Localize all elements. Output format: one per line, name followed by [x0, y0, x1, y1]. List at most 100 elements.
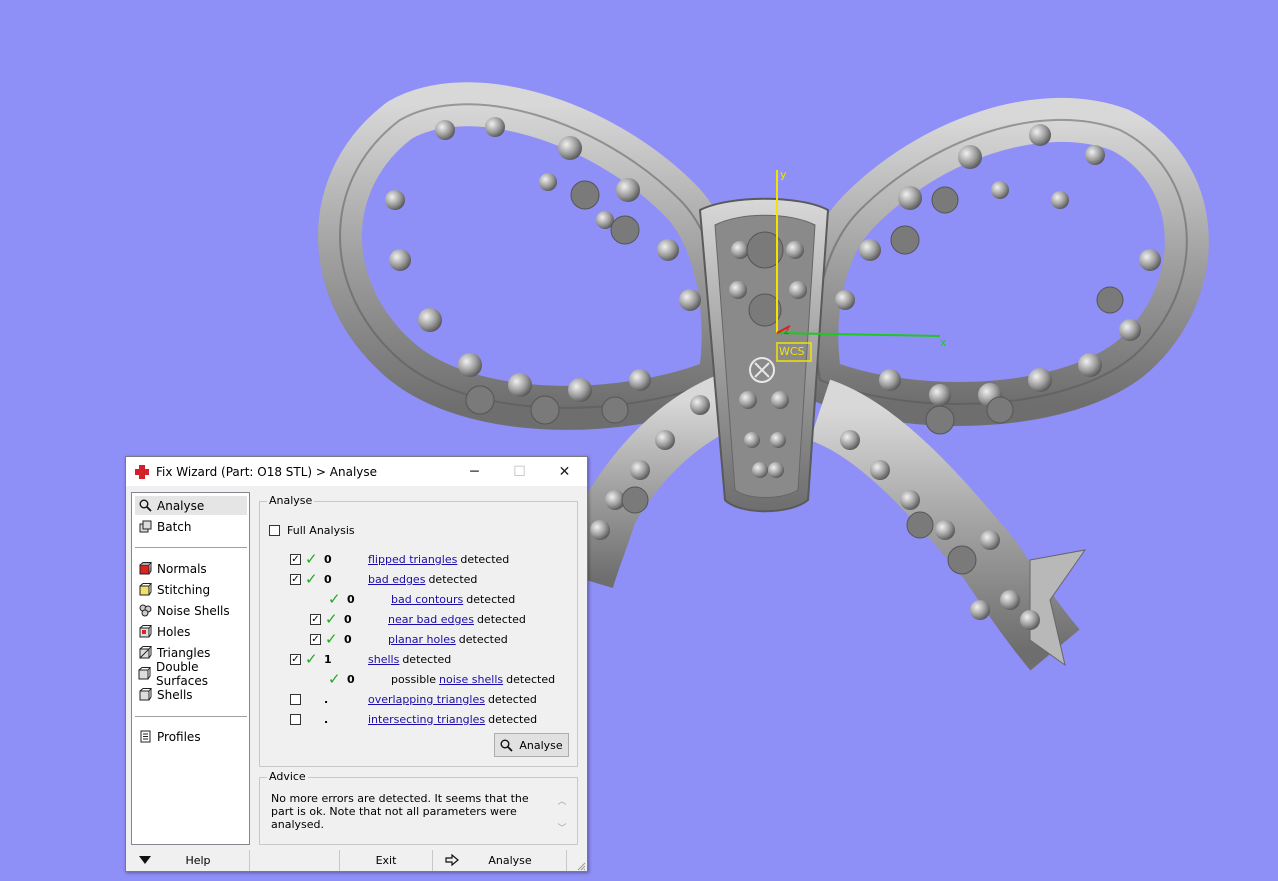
result-link[interactable]: bad edges	[368, 573, 425, 586]
result-prefix: possible	[391, 672, 437, 686]
full-analysis-option[interactable]: Full Analysis	[269, 521, 355, 539]
result-row: ✓ ✓ 0 bad edges detected	[290, 570, 477, 588]
sidebar-item-label: Stitching	[157, 582, 211, 597]
triangles-icon	[138, 646, 152, 660]
result-row: . intersecting triangles detected	[290, 710, 537, 728]
sidebar-item-label: Profiles	[157, 729, 201, 744]
minimize-button[interactable]: ─	[452, 457, 497, 486]
result-link[interactable]: intersecting triangles	[368, 713, 485, 726]
result-link[interactable]: overlapping triangles	[368, 693, 485, 706]
scroll-down-icon[interactable]: ﹀	[557, 821, 567, 834]
result-count: 0	[344, 612, 352, 626]
magnifier-icon	[500, 739, 513, 752]
sidebar-item-shells[interactable]: Shells	[135, 685, 247, 704]
sidebar-item-holes[interactable]: Holes	[135, 622, 247, 641]
scroll-up-icon[interactable]: ︿	[557, 794, 567, 807]
sidebar-item-analyse[interactable]: Analyse	[135, 496, 247, 515]
bottom-bar: Help Exit Analyse	[126, 850, 587, 872]
result-link[interactable]: planar holes	[388, 633, 456, 646]
row-checkbox[interactable]	[290, 713, 301, 725]
sidebar-item-label: Triangles	[157, 645, 211, 660]
sidebar-item-label: Double Surfaces	[156, 659, 208, 688]
sidebar-item-stitching[interactable]: Stitching	[135, 580, 247, 599]
wcs-label: WCS	[779, 345, 805, 358]
analyse-next-button[interactable]: Analyse	[434, 850, 567, 871]
sidebar-item-label: Analyse	[157, 498, 205, 513]
sidebar-separator	[135, 547, 247, 548]
profiles-icon	[138, 730, 152, 744]
result-link[interactable]: flipped triangles	[368, 553, 457, 566]
full-analysis-label: Full Analysis	[287, 523, 355, 537]
result-row: . overlapping triangles detected	[290, 690, 537, 708]
title-bar[interactable]: Fix Wizard (Part: O18 STL) > Analyse ─ ☐…	[126, 457, 587, 486]
row-checkbox[interactable]	[290, 693, 301, 705]
result-count: 0	[347, 592, 355, 606]
sidebar-item-label: Batch	[157, 519, 192, 534]
sidebar-item-label: Noise Shells	[157, 603, 230, 618]
result-row: ✓ ✓ 1 shells detected	[290, 650, 451, 668]
cube-icon	[138, 667, 151, 681]
red-cross-icon	[134, 464, 150, 480]
resize-grip-icon[interactable]	[576, 861, 586, 871]
row-checkbox[interactable]: ✓	[290, 553, 301, 565]
full-analysis-checkbox[interactable]	[269, 524, 280, 536]
result-row: ✓ ✓ 0 near bad edges detected	[310, 610, 526, 628]
window-title: Fix Wizard (Part: O18 STL) > Analyse	[156, 464, 378, 479]
result-count: 1	[324, 652, 332, 666]
magnifier-icon	[138, 499, 152, 513]
green-check-icon: ✓	[325, 630, 338, 648]
x-axis-label: x	[940, 336, 947, 349]
row-checkbox[interactable]: ✓	[310, 633, 321, 645]
result-link[interactable]: near bad edges	[388, 613, 474, 626]
advice-group-label: Advice	[267, 770, 308, 783]
result-count: 0	[324, 572, 332, 586]
row-checkbox[interactable]: ✓	[310, 613, 321, 625]
sidebar-item-label: Shells	[157, 687, 193, 702]
analyse-group: Analyse Full Analysis ✓ ✓ 0 flipped tria…	[259, 494, 578, 767]
advice-group: Advice No more errors are detected. It s…	[259, 770, 578, 845]
sidebar-item-normals[interactable]: Normals	[135, 559, 247, 578]
result-row: ✓ 0 bad contours detected	[328, 590, 515, 608]
arrow-right-icon	[445, 853, 459, 869]
row-checkbox[interactable]: ✓	[290, 573, 301, 585]
sidebar: Analyse Batch Normals Stitching Noise Sh…	[131, 492, 250, 845]
result-suffix: detected	[488, 712, 538, 726]
red-cube-icon	[138, 562, 152, 576]
result-suffix: detected	[428, 572, 478, 586]
sidebar-item-batch[interactable]: Batch	[135, 517, 247, 536]
result-row: ✓ ✓ 0 flipped triangles detected	[290, 550, 509, 568]
result-link[interactable]: noise shells	[439, 673, 503, 686]
sidebar-item-noise-shells[interactable]: Noise Shells	[135, 601, 247, 620]
row-checkbox[interactable]: ✓	[290, 653, 301, 665]
maximize-button[interactable]: ☐	[497, 457, 542, 486]
advice-text: No more errors are detected. It seems th…	[271, 792, 529, 831]
result-suffix: detected	[506, 672, 556, 686]
analyse-group-label: Analyse	[267, 494, 315, 507]
advice-scrollbar[interactable]: ︿ ﹀	[557, 794, 567, 834]
result-count: 0	[324, 552, 332, 566]
sidebar-item-profiles[interactable]: Profiles	[135, 727, 247, 746]
batch-icon	[138, 520, 152, 534]
green-check-icon: ✓	[305, 570, 318, 588]
main-panel: Analyse Full Analysis ✓ ✓ 0 flipped tria…	[259, 492, 582, 845]
sidebar-item-double-surfaces[interactable]: Double Surfaces	[135, 660, 247, 688]
result-count: 0	[347, 672, 355, 686]
z-axis-label: z	[784, 326, 790, 337]
close-button[interactable]: ✕	[542, 457, 587, 486]
result-suffix: detected	[476, 612, 526, 626]
result-suffix: detected	[402, 652, 452, 666]
sidebar-item-label: Holes	[157, 624, 191, 639]
holes-icon	[138, 625, 152, 639]
result-count: .	[324, 712, 329, 726]
result-suffix: detected	[466, 592, 516, 606]
analyse-button[interactable]: Analyse	[494, 733, 569, 757]
noise-shells-icon	[138, 604, 152, 618]
help-button[interactable]: Help	[129, 850, 250, 871]
result-count: .	[324, 692, 329, 706]
result-link[interactable]: bad contours	[391, 593, 463, 606]
exit-button[interactable]: Exit	[339, 850, 433, 871]
result-link[interactable]: shells	[368, 653, 399, 666]
result-count: 0	[344, 632, 352, 646]
y-axis-label: y	[780, 168, 787, 181]
result-suffix: detected	[458, 632, 508, 646]
